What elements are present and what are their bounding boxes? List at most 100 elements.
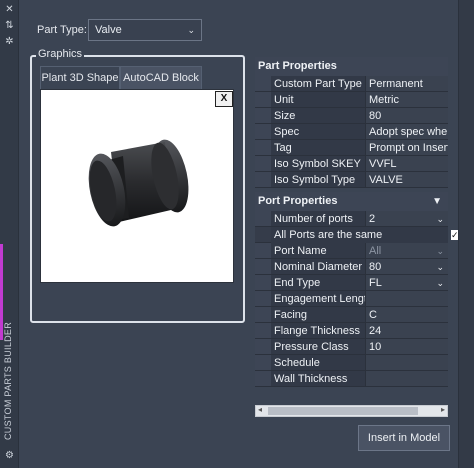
part-properties-title: Part Properties (258, 60, 337, 72)
property-row[interactable]: Schedule (255, 355, 448, 371)
property-value[interactable]: All ⌄ (366, 243, 448, 258)
property-value[interactable]: FL ⌄ (366, 275, 448, 290)
property-row[interactable]: Nominal Diameter 80 ⌄ (255, 259, 448, 275)
property-name: Nominal Diameter (271, 259, 366, 274)
property-value-text: VALVE (369, 174, 403, 186)
property-value-text: 80 (369, 261, 382, 273)
property-name: Iso Symbol SKEY (271, 156, 366, 171)
property-value-text: Metric (369, 94, 399, 106)
row-gutter (255, 275, 271, 290)
property-value[interactable]: 80 (366, 108, 448, 123)
property-value[interactable]: C (366, 307, 448, 322)
property-row[interactable]: Size 80 (255, 108, 448, 124)
property-row[interactable]: Number of ports 2 ⌄ (255, 211, 448, 227)
row-gutter (255, 371, 271, 386)
row-gutter (255, 156, 271, 171)
property-value-text: Adopt spec when p (369, 126, 448, 138)
property-row[interactable]: Pressure Class 10 (255, 339, 448, 355)
palette-vertical-title: CUSTOM PARTS BUILDER (3, 321, 13, 440)
chevron-down-icon[interactable]: ⌄ (436, 275, 444, 290)
chevron-down-icon[interactable]: ⌄ (436, 211, 444, 226)
property-name: Flange Thickness (271, 323, 366, 338)
property-row[interactable]: Custom Part Type Permanent (255, 76, 448, 92)
part-type-value: Valve (95, 24, 122, 36)
row-gutter (255, 307, 271, 322)
close-preview-button[interactable]: X (215, 91, 233, 107)
property-value-text: All (369, 245, 382, 257)
property-row[interactable]: SpecAdopt spec when p (255, 124, 448, 140)
property-value-text: 2 (369, 213, 376, 225)
property-row[interactable]: End Type FL ⌄ (255, 275, 448, 291)
part-properties-header[interactable]: Part Properties (255, 57, 448, 76)
row-gutter (255, 323, 271, 338)
property-value-text: 10 (369, 341, 382, 353)
port-properties-title: Port Properties (258, 195, 338, 207)
part-properties-grid: Part Properties Custom Part Type Permanen… (255, 57, 448, 188)
property-row[interactable]: Tag Prompt on Insert (255, 140, 448, 156)
property-value-text: FL (369, 277, 382, 289)
property-value[interactable]: Metric (366, 92, 448, 107)
port-properties-header[interactable]: Port Properties ▼ (255, 192, 448, 211)
property-value[interactable]: 2 ⌄ (366, 211, 448, 226)
chevron-down-icon[interactable]: ⌄ (436, 243, 444, 258)
property-value-text: Prompt on Insert (369, 142, 448, 154)
graphics-group-title: Graphics (36, 48, 85, 60)
property-name: Tag (271, 140, 366, 155)
property-value-text: C (369, 309, 377, 321)
row-gutter (255, 124, 271, 139)
property-name: Size (271, 108, 366, 123)
property-value-text: VVFL (369, 158, 397, 170)
scroll-right-icon[interactable]: ▸ (441, 405, 445, 414)
palette-menu-icon[interactable]: ⚙ (4, 450, 15, 461)
property-value[interactable]: Permanent (366, 76, 448, 91)
property-row[interactable]: Engagement Length (255, 291, 448, 307)
row-gutter (255, 259, 271, 274)
property-name: Pressure Class (271, 339, 366, 354)
property-value[interactable] (366, 355, 448, 370)
property-row[interactable]: Wall Thickness (255, 371, 448, 387)
horizontal-scrollbar[interactable]: ◂ ▸ (255, 405, 448, 417)
left-toolstrip: ✕ ⇅ ✲ CUSTOM PARTS BUILDER ⚙ (0, 0, 19, 468)
part-type-label: Part Type: (37, 24, 87, 36)
row-gutter (255, 243, 271, 258)
property-value[interactable]: 24 (366, 323, 448, 338)
tab-plant-3d-shape[interactable]: Plant 3D Shape (40, 66, 120, 89)
row-gutter (255, 172, 271, 187)
autohide-icon[interactable]: ⇅ (4, 20, 15, 31)
property-name: Facing (271, 307, 366, 322)
row-gutter (255, 355, 271, 370)
property-value[interactable] (366, 291, 448, 306)
property-row[interactable]: Port Name All ⌄ (255, 243, 448, 259)
close-palette-icon[interactable]: ✕ (4, 4, 15, 15)
right-edge-strip (458, 0, 474, 468)
row-gutter (255, 108, 271, 123)
properties-gear-icon[interactable]: ✲ (4, 36, 15, 47)
tab-autocad-block[interactable]: AutoCAD Block (120, 66, 202, 89)
property-value[interactable]: VVFL (366, 156, 448, 171)
property-row[interactable]: All Ports are the same ✓ (255, 226, 459, 243)
property-row[interactable]: Flange Thickness 24 (255, 323, 448, 339)
part-type-dropdown[interactable]: Valve ⌄ (88, 19, 202, 41)
property-name: Wall Thickness (271, 371, 366, 386)
property-row[interactable]: Unit Metric (255, 92, 448, 108)
property-value[interactable] (366, 371, 448, 386)
port-properties-grid: Port Properties ▼ Number of ports 2 ⌄ All P… (255, 192, 459, 387)
collapse-triangle-icon[interactable]: ▼ (432, 192, 442, 211)
row-gutter (255, 92, 271, 107)
property-value[interactable]: VALVE (366, 172, 448, 187)
property-value[interactable]: 80 ⌄ (366, 259, 448, 274)
chevron-down-icon[interactable]: ⌄ (436, 259, 444, 274)
row-gutter (255, 140, 271, 155)
property-row[interactable]: Iso Symbol SKEY VVFL (255, 156, 448, 172)
property-name: Custom Part Type (271, 76, 366, 91)
insert-in-model-button[interactable]: Insert in Model (358, 425, 450, 451)
scroll-left-icon[interactable]: ◂ (258, 405, 262, 414)
property-value[interactable]: Prompt on Insert (366, 140, 448, 155)
property-row[interactable]: Facing C (255, 307, 448, 323)
property-value[interactable]: 10 (366, 339, 448, 354)
property-row[interactable]: Iso Symbol Type VALVE (255, 172, 448, 188)
property-value-text: 80 (369, 110, 382, 122)
property-value[interactable]: Adopt spec when p (366, 124, 448, 139)
scrollbar-thumb[interactable] (268, 407, 418, 415)
property-name: Engagement Length (271, 291, 366, 306)
